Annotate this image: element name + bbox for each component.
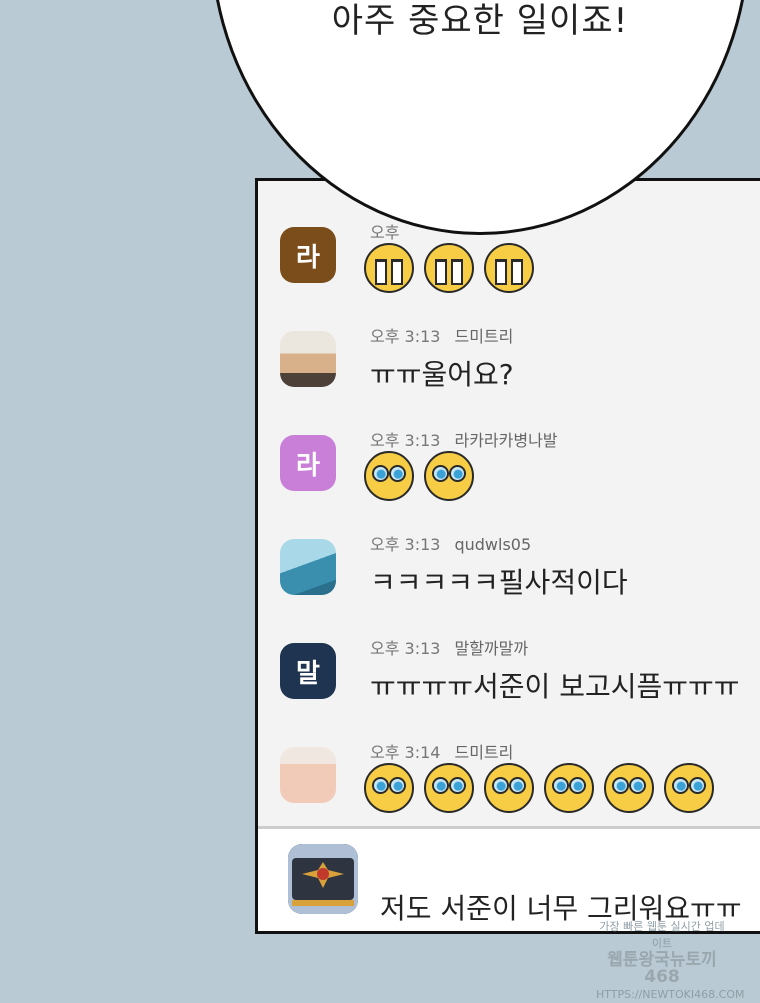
message-text: ㅋㅋㅋㅋㅋ필사적이다	[370, 566, 628, 599]
chat-message: 오후 3:13 드미트리 ㅠㅠ울어요?	[280, 327, 760, 431]
watermark: 가장 빠른 웹툰 실시간 업데이트 웹툰왕국뉴토끼468 HTTPS://NEW…	[596, 918, 745, 1003]
message-time: 오후 3:13	[370, 431, 441, 450]
message-meta: 오후	[370, 219, 399, 243]
chat-message: 라 오후 3:13 라카라카병나발	[280, 431, 760, 535]
message-meta: 오후 3:13 드미트리	[370, 323, 513, 347]
speech-bubble-text: 아주 중요한 일이죠!	[331, 1, 629, 41]
emoji-row	[364, 763, 714, 813]
teary-eyes-face-icon	[424, 763, 474, 813]
message-meta: 오후 3:13 qudwls05	[370, 531, 531, 555]
avatar[interactable]	[280, 539, 336, 595]
message-text: ㅠㅠㅠㅠ서준이 보고시픔ㅠㅠㅠ	[370, 670, 740, 703]
crying-face-icon	[424, 243, 474, 293]
watermark-line: 웹툰왕국뉴토끼468	[607, 950, 717, 987]
teary-eyes-face-icon	[484, 763, 534, 813]
sender-name: qudwls05	[454, 535, 532, 554]
message-text: ㅠㅠ울어요?	[370, 358, 514, 391]
avatar[interactable]	[280, 747, 336, 803]
chat-message: 라 오후	[280, 223, 760, 327]
message-time: 오후 3:13	[370, 639, 441, 658]
avatar[interactable]	[280, 331, 336, 387]
avatar[interactable]: 라	[280, 435, 336, 491]
chat-panel: 라 오후 오후 3:13 드미트리 ㅠㅠ울어요? 라 오후 3:13 라카라카병나발…	[255, 178, 760, 934]
police-badge-icon	[288, 844, 358, 914]
teary-eyes-face-icon	[664, 763, 714, 813]
sender-name: 드미트리	[454, 743, 514, 762]
teary-eyes-face-icon	[364, 763, 414, 813]
message-time: 오후 3:14	[370, 743, 441, 762]
message-meta: 오후 3:13 라카라카병나발	[370, 427, 558, 451]
emoji-row	[364, 243, 534, 293]
teary-eyes-face-icon	[424, 451, 474, 501]
message-time: 오후 3:13	[370, 535, 441, 554]
watermark-line: 가장 빠른 웹툰 실시간 업데이트	[599, 920, 725, 950]
message-meta: 오후 3:13 말할까말까	[370, 635, 528, 659]
watermark-line: HTTPS://NEWTOKI468.COM	[596, 988, 745, 1001]
crying-face-icon	[364, 243, 414, 293]
sender-name: 라카라카병나발	[454, 431, 558, 450]
crying-face-icon	[484, 243, 534, 293]
avatar[interactable]: 라	[280, 227, 336, 283]
message-time: 오후 3:13	[370, 327, 441, 346]
avatar[interactable]	[288, 844, 358, 914]
chat-message: 말 오후 3:13 말할까말까 ㅠㅠㅠㅠ서준이 보고시픔ㅠㅠㅠ	[280, 639, 760, 743]
teary-eyes-face-icon	[544, 763, 594, 813]
message-meta: 오후 3:14 드미트리	[370, 739, 513, 763]
teary-eyes-face-icon	[364, 451, 414, 501]
sender-name: 드미트리	[454, 327, 514, 346]
sender-name: 말할까말까	[454, 639, 529, 658]
avatar[interactable]: 말	[280, 643, 336, 699]
message-time: 오후	[370, 223, 400, 242]
emoji-row	[364, 451, 474, 501]
chat-message: 오후 3:13 qudwls05 ㅋㅋㅋㅋㅋ필사적이다	[280, 535, 760, 639]
teary-eyes-face-icon	[604, 763, 654, 813]
